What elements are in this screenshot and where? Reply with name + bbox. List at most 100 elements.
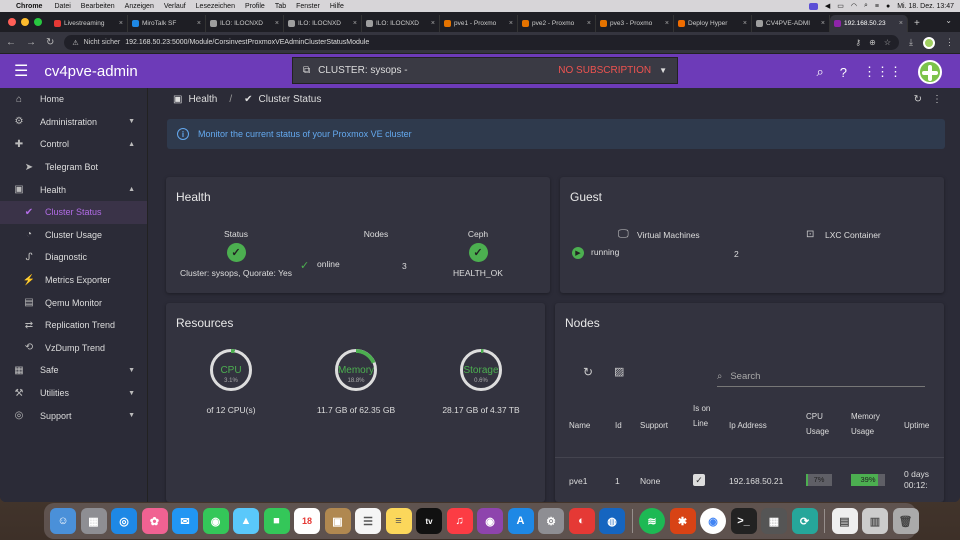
close-tab-icon[interactable]: × [119, 20, 123, 27]
music-icon[interactable]: ♫ [446, 508, 473, 534]
system-settings-icon[interactable]: ⚙ [538, 508, 564, 534]
sidebar-item-cluster-usage[interactable]: ◔ Cluster Usage [0, 224, 147, 247]
zoom-window-button[interactable] [34, 18, 42, 26]
new-tab-button[interactable]: + [908, 15, 926, 32]
download-icon[interactable]: ⤓ [909, 37, 913, 48]
profile-avatar[interactable] [923, 36, 935, 49]
sidebar-item-control[interactable]: ✚ Control ▲ [0, 133, 147, 156]
forward-icon[interactable]: → [26, 37, 36, 48]
sidebar-item-qemu-monitor[interactable]: ▤ Qemu Monitor [0, 291, 147, 314]
podcasts-icon[interactable]: ◉ [477, 508, 503, 534]
hamburger-menu-icon[interactable]: ☰ [14, 61, 28, 81]
search-icon[interactable]: ⌕ [816, 64, 823, 80]
terminal-icon[interactable]: >_ [730, 508, 757, 534]
sidebar-item-home[interactable]: ⌂ Home [0, 88, 147, 111]
calculator-icon[interactable]: ▦ [761, 508, 787, 534]
reload-icon[interactable]: ↻ [46, 37, 54, 48]
back-icon[interactable]: ← [6, 37, 16, 48]
sidebar-item-vzdump-trend[interactable]: ⟲ VzDump Trend [0, 337, 147, 360]
address-bar[interactable]: ⚠ Nicht sicher 192.168.50.23:5000/Module… [64, 35, 900, 50]
refresh-icon[interactable]: ↻ [914, 94, 922, 105]
chevron-down-icon[interactable]: ▼ [128, 367, 135, 374]
user-avatar[interactable] [918, 60, 942, 84]
security-status[interactable]: Nicht sicher [84, 39, 121, 46]
sidebar-item-metrics-exporter[interactable]: ⚡ Metrics Exporter [0, 269, 147, 292]
downloads-stack-icon[interactable]: ▥ [862, 508, 888, 534]
apple-tv-icon[interactable]: tv [416, 508, 442, 534]
sidebar-item-replication-trend[interactable]: ⇄ Replication Trend [0, 314, 147, 337]
menubar-app-name[interactable]: Chrome [16, 3, 42, 10]
more-vert-icon[interactable]: ⋮ [932, 94, 942, 105]
menu-hilfe[interactable]: Hilfe [330, 3, 344, 10]
col-header-support[interactable]: Support [640, 418, 668, 433]
maps-icon[interactable]: ▲ [233, 508, 259, 534]
browser-tab[interactable]: pve2 - Proxmo × [518, 15, 596, 32]
launchpad-icon[interactable]: ▦ [80, 508, 107, 534]
close-tab-icon[interactable]: × [431, 20, 435, 27]
volume-icon[interactable]: ◀ [825, 2, 830, 10]
col-header-ip[interactable]: Ip Address [729, 418, 767, 433]
finder-icon[interactable]: ☺ [50, 508, 76, 534]
close-tab-icon[interactable]: × [275, 20, 279, 27]
reminders-icon[interactable]: ☰ [355, 508, 381, 534]
chevron-down-icon[interactable]: ▼ [128, 118, 135, 125]
sidebar-item-health[interactable]: ▣ Health ▲ [0, 178, 147, 201]
sidebar-item-safe[interactable]: ▦ Safe ▼ [0, 359, 147, 382]
app-title[interactable]: cv4pve-admin [44, 63, 137, 80]
sidebar-item-cluster-status[interactable]: ✔ Cluster Status [0, 200, 147, 224]
contacts-icon[interactable]: ▣ [324, 508, 351, 534]
chevron-down-icon[interactable]: ▼ [128, 390, 135, 397]
cluster-selector[interactable]: ⧉ CLUSTER: sysops - NO SUBSCRIPTION ▼ [292, 57, 678, 84]
col-header-cpu[interactable]: CPU Usage [806, 409, 842, 439]
search-placeholder[interactable]: Search [730, 371, 760, 382]
spotify-icon[interactable]: ≋ [639, 508, 665, 534]
document-icon[interactable]: ▤ [831, 508, 858, 534]
search-icon[interactable]: ⌕ [864, 2, 868, 10]
refresh-icon[interactable]: ↻ [583, 365, 593, 379]
screen-share-icon[interactable] [808, 2, 818, 10]
minimize-window-button[interactable] [21, 18, 29, 26]
sidebar-item-diagnostic[interactable]: ᔑ Diagnostic [0, 246, 147, 269]
sidebar-item-telegram-bot[interactable]: ➤ Telegram Bot [0, 156, 147, 179]
close-tab-icon[interactable]: × [743, 20, 747, 27]
control-center-icon[interactable]: ≡ [875, 3, 879, 10]
browser-tab[interactable]: ILO: ILOCNXD × [206, 15, 284, 32]
close-tab-icon[interactable]: × [353, 20, 357, 27]
wifi-icon[interactable]: ◠ [851, 2, 857, 10]
browser-tab[interactable]: 192.168.50.23 × [830, 15, 908, 32]
notes-icon[interactable]: ≡ [385, 508, 412, 534]
col-header-uptime[interactable]: Uptime [904, 418, 929, 433]
menu-bearbeiten[interactable]: Bearbeiten [81, 3, 115, 10]
calendar-icon[interactable]: 18 [294, 508, 320, 534]
menu-fenster[interactable]: Fenster [296, 3, 320, 10]
breadcrumb-parent[interactable]: Health [188, 94, 217, 105]
browser-tab[interactable]: pve3 - Proxmo × [596, 15, 674, 32]
close-window-button[interactable] [8, 18, 16, 26]
trash-icon[interactable]: 🗑 [892, 508, 919, 534]
close-tab-icon[interactable]: × [665, 20, 669, 27]
close-tab-icon[interactable]: × [899, 20, 903, 27]
messages-icon[interactable]: ◉ [202, 508, 229, 534]
menu-anzeigen[interactable]: Anzeigen [125, 3, 154, 10]
dropdown-arrow-icon[interactable]: ▼ [659, 66, 667, 75]
close-tab-icon[interactable]: × [587, 20, 591, 27]
nodes-search[interactable]: ⌕ Search [717, 367, 925, 387]
close-tab-icon[interactable]: × [821, 20, 825, 27]
zoom-icon[interactable]: ⊕ [869, 38, 876, 47]
url-text[interactable]: 192.168.50.23:5000/Module/CorsinvestProx… [125, 39, 369, 46]
facetime-icon[interactable]: ■ [263, 508, 290, 534]
export-excel-icon[interactable]: ▨ [614, 365, 624, 378]
sync-app-icon[interactable]: ⟳ [791, 508, 818, 534]
close-tab-icon[interactable]: × [509, 20, 513, 27]
chevron-up-icon[interactable]: ▲ [128, 186, 135, 193]
menu-tab[interactable]: Tab [275, 3, 286, 10]
bookmark-star-icon[interactable]: ☆ [884, 38, 891, 47]
chevron-up-icon[interactable]: ▲ [128, 141, 135, 148]
chrome-icon[interactable]: ◉ [700, 508, 726, 534]
menu-datei[interactable]: Datei [54, 3, 70, 10]
chrome-menu-icon[interactable]: ⋮ [945, 37, 954, 48]
sidebar-item-administration[interactable]: ⚙ Administration ▼ [0, 111, 147, 134]
browser-tab[interactable]: Deploy Hyper × [674, 15, 752, 32]
safari-icon[interactable]: ◎ [111, 508, 137, 534]
col-header-memory[interactable]: Memory Usage [851, 409, 891, 439]
